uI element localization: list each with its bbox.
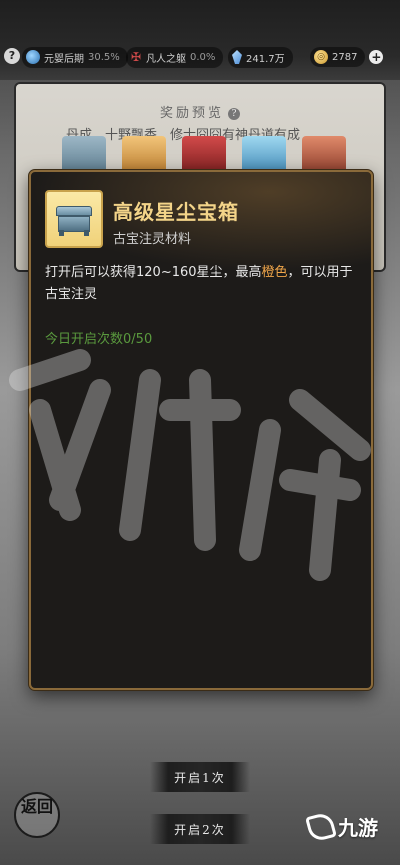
coin-icon: ◎	[314, 50, 328, 64]
spirit-stone-value: 241.7万	[246, 53, 285, 65]
add-coin-icon[interactable]: +	[369, 50, 384, 64]
open-twice-button[interactable]: 开启2次	[150, 814, 250, 844]
realm-stat[interactable]: 元婴后期 30.5%	[22, 46, 128, 68]
reward-preview-title-row: 奖励预览?	[16, 102, 384, 121]
mortal-pill: ✠ 凡人之躯 0.0%	[126, 46, 224, 68]
status-bar: ? 元婴后期 30.5% ✠ 凡人之躯 0.0% 241.7万 ◎ 2787 +	[0, 0, 400, 80]
item-detail-popup: 高级星尘宝箱 古宝注灵材料 打开后可以获得120~160星尘，最高橙色，可以用于…	[29, 170, 373, 690]
logo-mark-icon	[305, 810, 337, 843]
help-icon[interactable]: ?	[4, 48, 20, 64]
item-category: 古宝注灵材料	[113, 232, 192, 247]
open-once-button[interactable]: 开启1次	[150, 762, 250, 792]
spirit-stone-stat[interactable]: 241.7万	[228, 46, 293, 68]
item-frame	[45, 190, 103, 248]
crystal-icon	[232, 50, 242, 64]
coin-pill: ◎ 2787	[310, 47, 366, 67]
daily-open-count: 今日开启次数0/50	[45, 328, 152, 347]
mortal-icon: ✠	[130, 50, 142, 64]
realm-percent: 30.5%	[88, 51, 120, 63]
realm-label: 元婴后期	[44, 53, 84, 65]
coin-stat[interactable]: ◎ 2787 +	[310, 46, 384, 68]
daily-label: 今日开启次数	[45, 332, 124, 347]
mortal-percent: 0.0%	[190, 51, 216, 63]
item-desc-highlight: 橙色	[261, 265, 288, 280]
coin-value: 2787	[332, 51, 358, 63]
daily-value: 0/50	[123, 332, 153, 347]
realm-pill: 元婴后期 30.5%	[22, 46, 128, 68]
item-desc-before: 打开后可以获得120~160星尘，最高	[45, 265, 262, 280]
item-name: 高级星尘宝箱	[113, 200, 239, 224]
star-dust-chest-icon	[56, 206, 92, 236]
back-button[interactable]: 返回	[14, 792, 60, 838]
mortal-stat[interactable]: ✠ 凡人之躯 0.0%	[126, 46, 224, 68]
logo-text: 九游	[338, 816, 378, 840]
reward-preview-title: 奖励预览	[159, 106, 224, 121]
item-description: 打开后可以获得120~160星尘，最高橙色，可以用于古宝注灵	[45, 262, 363, 306]
realm-icon	[26, 50, 40, 64]
jiuyou-logo: 九游	[305, 810, 378, 843]
mortal-label: 凡人之躯	[146, 53, 186, 65]
reward-help-icon[interactable]: ?	[228, 107, 240, 120]
spirit-stone-pill: 241.7万	[228, 46, 293, 68]
